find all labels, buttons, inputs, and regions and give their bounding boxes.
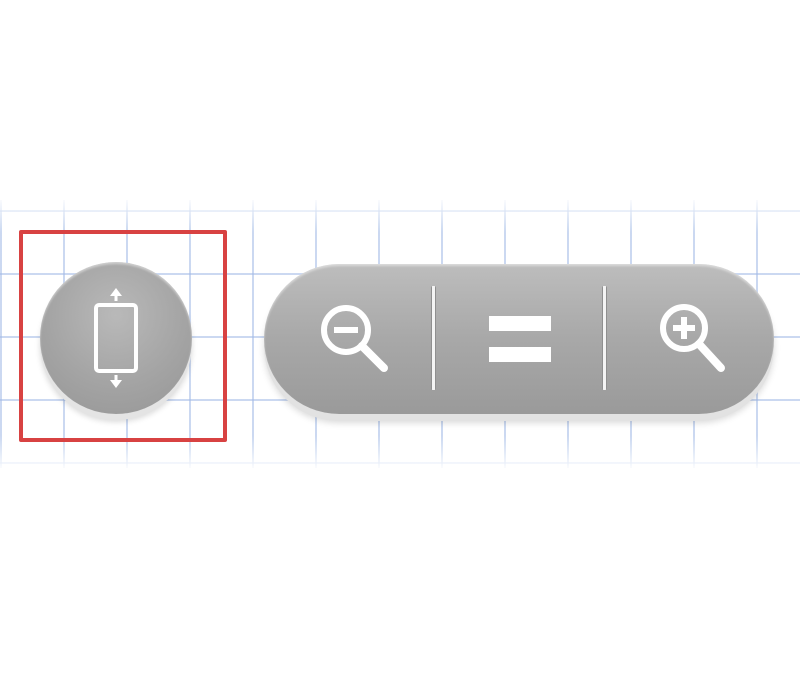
zoom-in-icon xyxy=(660,304,725,372)
zoom-out-icon xyxy=(321,305,388,372)
zoom-divider xyxy=(602,286,607,390)
zoom-divider xyxy=(431,286,436,390)
highlight-frame xyxy=(19,230,227,442)
zoom-out-button[interactable] xyxy=(294,264,414,414)
zoom-control-group xyxy=(264,264,774,414)
zoom-in-button[interactable] xyxy=(624,264,754,414)
equals-icon xyxy=(489,316,551,362)
canvas xyxy=(0,0,800,678)
actual-size-button[interactable] xyxy=(454,264,594,414)
